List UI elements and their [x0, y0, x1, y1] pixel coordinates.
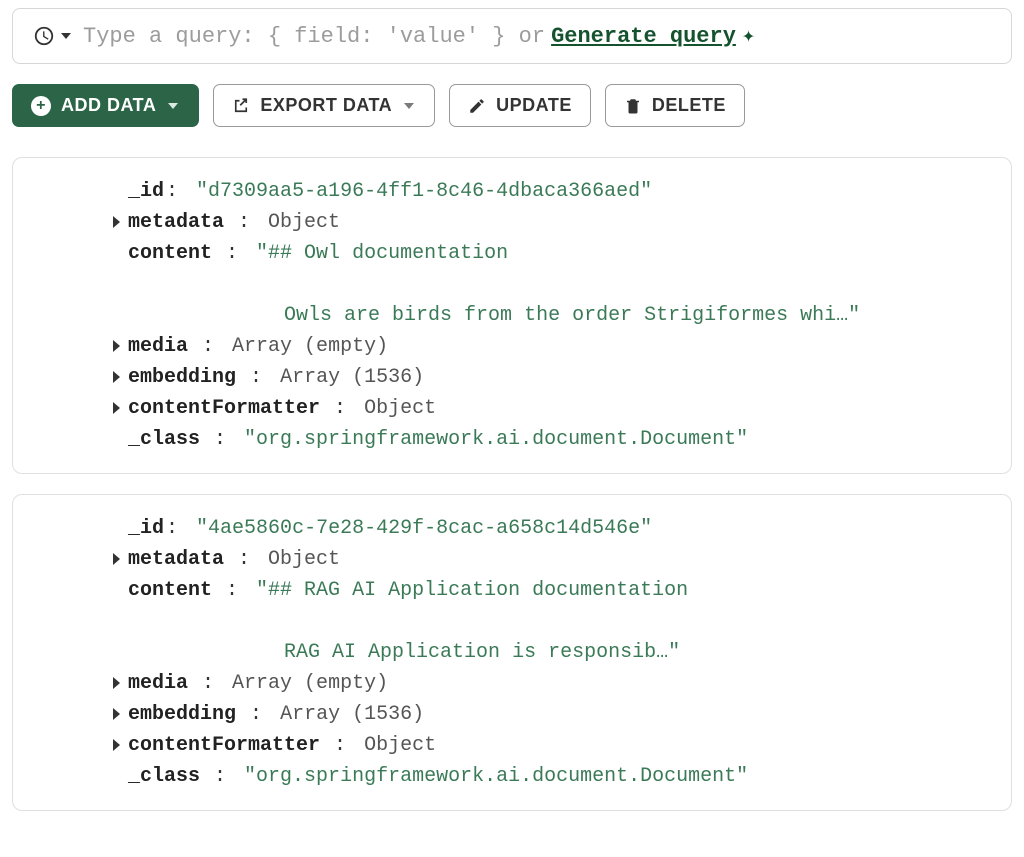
field-key: _id	[128, 180, 164, 203]
clock-icon	[33, 25, 55, 47]
caret-right-icon	[113, 739, 120, 751]
caret-right-icon	[113, 216, 120, 228]
field-value: "## RAG AI Application documentation	[256, 579, 688, 602]
field-key: media	[128, 672, 188, 695]
field-key: _id	[128, 517, 164, 540]
field-row-embedding[interactable]: embedding : Array (1536)	[113, 362, 991, 393]
caret-right-icon	[113, 340, 120, 352]
field-value: Object	[364, 734, 436, 757]
field-row-class: _class : "org.springframework.ai.documen…	[113, 424, 991, 455]
field-key: metadata	[128, 211, 224, 234]
caret-right-icon	[113, 402, 120, 414]
field-value: "d7309aa5-a196-4ff1-8c46-4dbaca366aed"	[196, 180, 652, 203]
field-key: embedding	[128, 366, 236, 389]
field-value: "org.springframework.ai.document.Documen…	[244, 765, 748, 788]
field-value: Object	[268, 548, 340, 571]
field-value: "org.springframework.ai.document.Documen…	[244, 428, 748, 451]
field-value: Array (1536)	[280, 366, 424, 389]
trash-icon	[624, 97, 642, 115]
field-row-media[interactable]: media : Array (empty)	[113, 331, 991, 362]
chevron-down-icon	[61, 33, 71, 39]
field-row-id: _id: "4ae5860c-7e28-429f-8cac-a658c14d54…	[113, 513, 991, 544]
field-row-id: _id: "d7309aa5-a196-4ff1-8c46-4dbaca366a…	[113, 176, 991, 207]
field-key: metadata	[128, 548, 224, 571]
sparkle-icon: ✦	[742, 23, 755, 49]
field-row-contentformatter[interactable]: contentFormatter : Object	[113, 393, 991, 424]
field-key: embedding	[128, 703, 236, 726]
caret-right-icon	[113, 677, 120, 689]
field-key: _class	[128, 428, 200, 451]
field-key: media	[128, 335, 188, 358]
field-value: Object	[268, 211, 340, 234]
field-value: Object	[364, 397, 436, 420]
field-value: Array (1536)	[280, 703, 424, 726]
field-key: contentFormatter	[128, 734, 320, 757]
field-value-cont: RAG AI Application is responsib…"	[128, 641, 680, 664]
pencil-icon	[468, 97, 486, 115]
chevron-down-icon	[168, 103, 178, 109]
delete-button[interactable]: DELETE	[605, 84, 745, 127]
add-data-label: ADD DATA	[61, 95, 156, 116]
plus-icon: +	[31, 96, 51, 116]
field-row-media[interactable]: media : Array (empty)	[113, 668, 991, 699]
field-row-metadata[interactable]: metadata : Object	[113, 544, 991, 575]
field-row-contentformatter[interactable]: contentFormatter : Object	[113, 730, 991, 761]
query-placeholder: Type a query: { field: 'value' } or	[83, 24, 545, 49]
toolbar: + ADD DATA EXPORT DATA UPDATE DELETE	[12, 84, 1012, 127]
export-data-button[interactable]: EXPORT DATA	[213, 84, 435, 127]
generate-query-link[interactable]: Generate query	[551, 24, 736, 49]
update-label: UPDATE	[496, 95, 572, 116]
field-key: contentFormatter	[128, 397, 320, 420]
field-row-class: _class : "org.springframework.ai.documen…	[113, 761, 991, 792]
field-value: "## Owl documentation	[256, 242, 508, 265]
query-history-toggle[interactable]	[33, 25, 71, 47]
chevron-down-icon	[404, 103, 414, 109]
field-key: content	[128, 242, 212, 265]
field-key: _class	[128, 765, 200, 788]
export-icon	[232, 97, 250, 115]
delete-label: DELETE	[652, 95, 726, 116]
document-card[interactable]: _id: "4ae5860c-7e28-429f-8cac-a658c14d54…	[12, 494, 1012, 811]
update-button[interactable]: UPDATE	[449, 84, 591, 127]
field-value: Array (empty)	[232, 335, 388, 358]
caret-right-icon	[113, 708, 120, 720]
field-key: content	[128, 579, 212, 602]
field-row-embedding[interactable]: embedding : Array (1536)	[113, 699, 991, 730]
add-data-button[interactable]: + ADD DATA	[12, 84, 199, 127]
export-data-label: EXPORT DATA	[260, 95, 392, 116]
field-value: Array (empty)	[232, 672, 388, 695]
field-value-cont: Owls are birds from the order Strigiform…	[128, 304, 860, 327]
field-row-metadata[interactable]: metadata : Object	[113, 207, 991, 238]
field-value: "4ae5860c-7e28-429f-8cac-a658c14d546e"	[196, 517, 652, 540]
field-row-content: content : "## RAG AI Application documen…	[113, 575, 991, 668]
caret-right-icon	[113, 553, 120, 565]
document-card[interactable]: _id: "d7309aa5-a196-4ff1-8c46-4dbaca366a…	[12, 157, 1012, 474]
query-input[interactable]: Type a query: { field: 'value' } or Gene…	[83, 23, 991, 49]
caret-right-icon	[113, 371, 120, 383]
query-bar: Type a query: { field: 'value' } or Gene…	[12, 8, 1012, 64]
field-row-content: content : "## Owl documentation Owls are…	[113, 238, 991, 331]
